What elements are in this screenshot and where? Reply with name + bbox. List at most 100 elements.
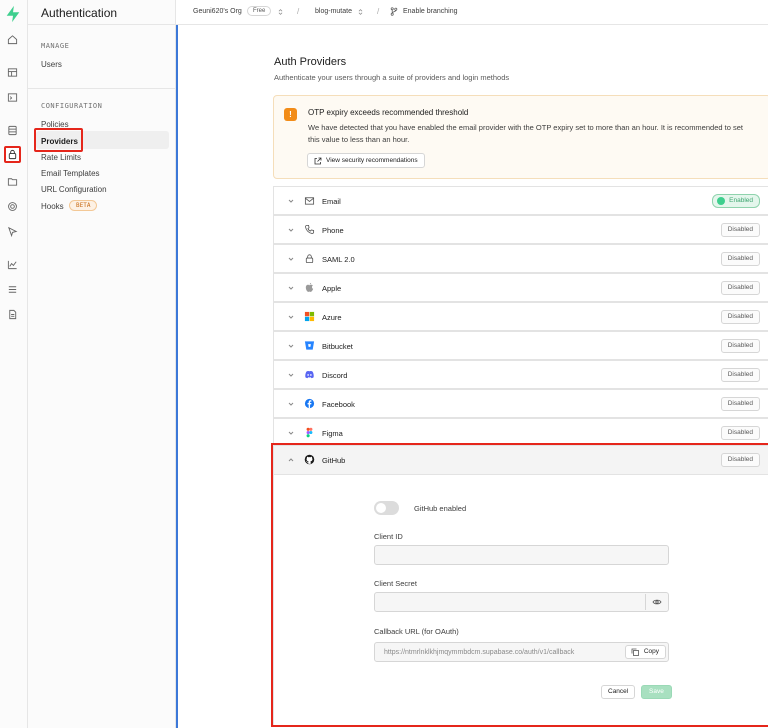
manage-heading: MANAGE xyxy=(41,42,70,50)
chevron-down-icon xyxy=(288,228,294,232)
status-label: Enabled xyxy=(729,197,753,204)
page-subtitle: Authenticate your users through a suite … xyxy=(274,73,510,82)
realtime-icon[interactable] xyxy=(4,198,21,215)
chevron-down-icon xyxy=(288,257,294,261)
status-badge: Disabled xyxy=(720,397,760,411)
auth-lock-icon[interactable] xyxy=(4,146,21,163)
database-icon[interactable] xyxy=(4,122,21,139)
status-badge: Disabled xyxy=(720,453,760,467)
facebook-icon xyxy=(304,398,315,409)
sidebar-item-hooks[interactable]: Hooks xyxy=(41,202,64,211)
sql-editor-icon[interactable] xyxy=(4,89,21,106)
project-name[interactable]: blog-mutate xyxy=(315,8,352,15)
provider-name: Apple xyxy=(322,284,342,293)
provider-name: SAML 2.0 xyxy=(322,255,355,264)
client-secret-label: Client Secret xyxy=(374,579,417,588)
sidebar-item-users[interactable]: Users xyxy=(41,60,62,69)
sidebar-title: Authentication xyxy=(41,6,118,20)
chevron-down-icon xyxy=(288,286,294,290)
logs-icon[interactable] xyxy=(4,281,21,298)
copy-button[interactable]: Copy xyxy=(624,645,666,659)
provider-row-figma[interactable]: Figma Disabled xyxy=(273,418,768,447)
chevron-down-icon xyxy=(288,315,294,319)
status-badge: Disabled xyxy=(720,310,760,324)
warning-title: OTP expiry exceeds recommended threshold xyxy=(308,108,469,117)
reports-icon[interactable] xyxy=(4,256,21,273)
github-row-header[interactable]: GitHub Disabled xyxy=(274,446,768,475)
home-icon[interactable] xyxy=(4,31,21,48)
provider-row-apple[interactable]: Apple Disabled xyxy=(273,273,768,302)
storage-icon[interactable] xyxy=(4,173,21,190)
phone-icon xyxy=(305,224,315,234)
save-button[interactable]: Save xyxy=(641,685,672,699)
icon-rail xyxy=(0,0,28,728)
github-icon xyxy=(304,454,315,465)
sidebar-item-url-configuration[interactable]: URL Configuration xyxy=(41,185,107,194)
callback-url-label: Callback URL (for OAuth) xyxy=(374,627,459,636)
discord-icon xyxy=(305,370,314,379)
provider-name: GitHub xyxy=(322,456,346,465)
provider-row-azure[interactable]: Azure Disabled xyxy=(273,302,768,331)
branch-icon xyxy=(390,7,398,16)
provider-row-email[interactable]: Email Enabled xyxy=(273,186,768,215)
supabase-logo-icon[interactable] xyxy=(4,5,22,23)
warning-body: We have detected that you have enabled t… xyxy=(308,123,743,144)
lock-icon xyxy=(305,254,314,264)
provider-name: Azure xyxy=(322,313,342,322)
warning-icon: ! xyxy=(284,108,297,121)
provider-name: Figma xyxy=(322,429,343,438)
view-security-recommendations-button[interactable]: View security recommendations xyxy=(307,153,425,168)
callback-url-input[interactable]: https://ntmrlnklkhjmqymmbdcm.supabase.co… xyxy=(374,642,669,662)
figma-icon xyxy=(306,427,313,438)
providers-highlight xyxy=(34,128,83,152)
provider-row-bitbucket[interactable]: Bitbucket Disabled xyxy=(273,331,768,360)
external-link-icon xyxy=(314,157,322,165)
org-name[interactable]: Geuni620's Org xyxy=(193,8,242,15)
table-editor-icon[interactable] xyxy=(4,64,21,81)
org-switch-chevron-icon[interactable] xyxy=(277,8,284,16)
edge-functions-icon[interactable] xyxy=(4,223,21,240)
otp-warning-banner: ! OTP expiry exceeds recommended thresho… xyxy=(273,95,768,179)
mail-icon xyxy=(304,197,315,205)
sidebar-item-rate-limits[interactable]: Rate Limits xyxy=(41,153,81,162)
provider-row-github: GitHub Disabled GitHub enabled Client ID… xyxy=(273,445,768,727)
enable-branching-button[interactable]: Enable branching xyxy=(403,8,458,15)
client-id-label: Client ID xyxy=(374,532,403,541)
provider-name: Bitbucket xyxy=(322,342,353,351)
status-badge: Disabled xyxy=(720,426,760,440)
status-badge: Disabled xyxy=(720,339,760,353)
chevron-down-icon xyxy=(288,373,294,377)
provider-row-phone[interactable]: Phone Disabled xyxy=(273,215,768,244)
sidebar-item-email-templates[interactable]: Email Templates xyxy=(41,169,100,178)
chevron-down-icon xyxy=(288,431,294,435)
docs-icon[interactable] xyxy=(4,306,21,323)
provider-row-facebook[interactable]: Facebook Disabled xyxy=(273,389,768,418)
reveal-secret-button[interactable] xyxy=(645,594,667,610)
provider-row-saml[interactable]: SAML 2.0 Disabled xyxy=(273,244,768,273)
chevron-down-icon xyxy=(288,199,294,203)
chevron-down-icon xyxy=(288,344,294,348)
client-secret-input[interactable] xyxy=(374,592,669,612)
copy-icon xyxy=(631,648,639,656)
top-bar: Geuni620's Org Free / blog-mutate / Enab… xyxy=(176,0,768,25)
plan-badge: Free xyxy=(247,6,272,16)
eye-icon xyxy=(652,599,661,605)
provider-name: Email xyxy=(322,197,341,206)
configuration-heading: CONFIGURATION xyxy=(41,102,103,110)
check-circle-icon xyxy=(717,197,726,205)
callback-url-value: https://ntmrlnklkhjmqymmbdcm.supabase.co… xyxy=(384,649,575,656)
page-title: Auth Providers xyxy=(274,56,347,68)
bitbucket-icon xyxy=(304,341,315,350)
status-badge: Disabled xyxy=(720,368,760,382)
github-enabled-toggle[interactable] xyxy=(374,501,399,515)
provider-name: Facebook xyxy=(322,400,355,409)
project-switch-chevron-icon[interactable] xyxy=(357,8,364,16)
beta-badge: BETA xyxy=(69,200,98,211)
provider-name: Phone xyxy=(322,226,344,235)
cancel-button[interactable]: Cancel xyxy=(601,685,636,699)
provider-name: Discord xyxy=(322,371,348,380)
client-id-input[interactable] xyxy=(374,545,669,565)
provider-row-discord[interactable]: Discord Disabled xyxy=(273,360,768,389)
view-security-recommendations-label: View security recommendations xyxy=(326,157,418,164)
status-badge: Enabled xyxy=(712,194,760,208)
